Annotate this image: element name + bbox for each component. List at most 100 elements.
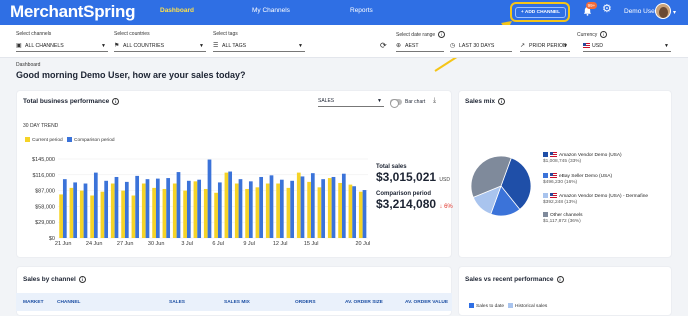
gear-icon[interactable]: ⚙ bbox=[602, 4, 612, 15]
bar-current[interactable] bbox=[358, 191, 363, 238]
bar-comparison[interactable] bbox=[310, 173, 315, 238]
date-range-select[interactable]: ◷ LAST 30 DAYS bbox=[450, 40, 512, 52]
bar-current[interactable] bbox=[131, 195, 136, 238]
bar-current[interactable] bbox=[100, 191, 105, 238]
bar-comparison[interactable] bbox=[93, 172, 98, 238]
bar-current[interactable] bbox=[327, 178, 332, 238]
bar-comparison[interactable] bbox=[73, 182, 78, 238]
bar-current[interactable] bbox=[286, 187, 291, 238]
bar-comparison[interactable] bbox=[331, 176, 336, 238]
bar-comparison[interactable] bbox=[104, 180, 109, 238]
info-icon[interactable]: i bbox=[556, 276, 564, 283]
timezone-select[interactable]: ⊕ AEST bbox=[396, 40, 444, 52]
col-channel[interactable]: CHANNEL bbox=[57, 300, 80, 305]
nav-my-channels[interactable]: My Channels bbox=[252, 7, 290, 14]
compare-period-select[interactable]: ↗ PRIOR PERIOD ▼ bbox=[520, 40, 570, 52]
add-channel-button[interactable]: + ADD CHANNEL bbox=[515, 7, 566, 18]
bar-current[interactable] bbox=[296, 172, 301, 238]
col-av-order-size[interactable]: AV. ORDER SIZE bbox=[345, 300, 383, 305]
dropdown-arrow-icon: ▼ bbox=[101, 43, 106, 49]
bar-comparison[interactable] bbox=[114, 176, 119, 238]
countries-select[interactable]: ⚑ ALL COUNTRIES ▼ bbox=[114, 40, 206, 52]
bar-current[interactable] bbox=[172, 183, 177, 238]
bar-current[interactable] bbox=[255, 187, 260, 238]
bar-current[interactable] bbox=[90, 195, 94, 238]
bar-comparison[interactable] bbox=[228, 171, 233, 238]
bar-comparison[interactable] bbox=[259, 176, 264, 238]
bar-current[interactable] bbox=[141, 183, 146, 238]
nav-dashboard[interactable]: Dashboard bbox=[160, 7, 194, 14]
info-icon[interactable]: i bbox=[498, 98, 505, 105]
info-icon[interactable]: i bbox=[112, 98, 120, 105]
col-av-order-value[interactable]: AV. ORDER VALUE bbox=[405, 300, 448, 305]
bar-comparison[interactable] bbox=[217, 182, 222, 238]
bar-current[interactable] bbox=[121, 190, 125, 238]
bar-chart-toggle[interactable] bbox=[390, 98, 402, 108]
col-sales[interactable]: SALES bbox=[169, 300, 185, 305]
bar-comparison[interactable] bbox=[135, 175, 140, 238]
refresh-icon[interactable]: ⟳ bbox=[380, 40, 390, 52]
bar-comparison[interactable] bbox=[207, 159, 212, 238]
bar-current[interactable] bbox=[79, 190, 84, 238]
bar-comparison[interactable] bbox=[300, 176, 305, 238]
nav-reports[interactable]: Reports bbox=[350, 7, 373, 14]
col-sales-mix[interactable]: SALES MIX bbox=[224, 300, 250, 305]
bar-comparison[interactable] bbox=[248, 181, 253, 238]
bar-comparison[interactable] bbox=[362, 190, 367, 238]
bar-comparison[interactable] bbox=[176, 172, 181, 238]
bar-current[interactable] bbox=[276, 183, 280, 238]
bar-current[interactable] bbox=[152, 187, 156, 238]
info-icon[interactable]: i bbox=[438, 31, 446, 38]
bar-comparison[interactable] bbox=[145, 179, 150, 238]
bar-current[interactable] bbox=[307, 181, 311, 238]
tags-select[interactable]: ☰ ALL TAGS ▼ bbox=[213, 40, 305, 52]
bar-comparison[interactable] bbox=[83, 183, 88, 238]
bar-comparison[interactable] bbox=[166, 178, 171, 238]
bar-current[interactable] bbox=[265, 183, 270, 238]
bar-current[interactable] bbox=[69, 187, 74, 238]
bar-current[interactable] bbox=[193, 181, 198, 238]
download-icon[interactable]: ⤓ bbox=[433, 97, 436, 105]
tag-icon: ☰ bbox=[213, 43, 219, 49]
bar-current[interactable] bbox=[245, 188, 249, 238]
bar-comparison[interactable] bbox=[155, 178, 160, 238]
bar-current[interactable] bbox=[338, 182, 342, 238]
bar-comparison[interactable] bbox=[62, 179, 67, 238]
currency-select[interactable]: USD ▼ bbox=[583, 40, 671, 52]
bar-comparison[interactable] bbox=[197, 179, 202, 238]
page-title: Good morning Demo User, how are your sal… bbox=[16, 70, 246, 80]
bar-current[interactable] bbox=[317, 187, 322, 238]
filter-bar: Select channels ▣ ALL CHANNELS ▼ Select co… bbox=[0, 25, 688, 58]
bar-comparison[interactable] bbox=[124, 181, 129, 238]
x-tick-label: 9 Jul bbox=[243, 241, 255, 247]
bar-comparison[interactable] bbox=[279, 179, 284, 238]
bar-current[interactable] bbox=[214, 192, 218, 238]
info-icon[interactable]: i bbox=[600, 31, 608, 38]
bar-comparison[interactable] bbox=[269, 175, 274, 238]
bar-current[interactable] bbox=[162, 188, 167, 238]
merchantspring-logo[interactable]: MerchantSpring bbox=[10, 2, 136, 22]
info-icon[interactable]: i bbox=[78, 276, 86, 283]
bar-current[interactable] bbox=[110, 183, 115, 238]
metric-select[interactable]: SALES ▼ bbox=[318, 96, 384, 107]
bar-current[interactable] bbox=[234, 183, 239, 238]
bar-current[interactable] bbox=[203, 188, 208, 238]
col-orders[interactable]: ORDERS bbox=[295, 300, 316, 305]
bar-current[interactable] bbox=[183, 190, 187, 238]
col-market[interactable]: MARKET bbox=[23, 300, 44, 305]
bar-current[interactable] bbox=[348, 184, 353, 238]
channels-select[interactable]: ▣ ALL CHANNELS ▼ bbox=[16, 40, 108, 52]
bar-comparison[interactable] bbox=[238, 179, 243, 238]
bar-comparison[interactable] bbox=[186, 180, 191, 238]
sales-mix-legend-item: Other channels $1,117,872 (36%) bbox=[543, 212, 583, 225]
x-tick-label: 21 Jun bbox=[55, 241, 72, 247]
bar-comparison[interactable] bbox=[352, 186, 357, 238]
bar-comparison[interactable] bbox=[321, 179, 326, 238]
bar-current[interactable] bbox=[59, 194, 63, 238]
bar-comparison[interactable] bbox=[341, 173, 346, 238]
user-name[interactable]: Demo User bbox=[624, 8, 657, 15]
avatar[interactable] bbox=[655, 3, 671, 19]
chevron-down-icon[interactable]: ▾ bbox=[673, 9, 676, 16]
bar-current[interactable] bbox=[224, 172, 229, 238]
bar-comparison[interactable] bbox=[290, 180, 295, 238]
